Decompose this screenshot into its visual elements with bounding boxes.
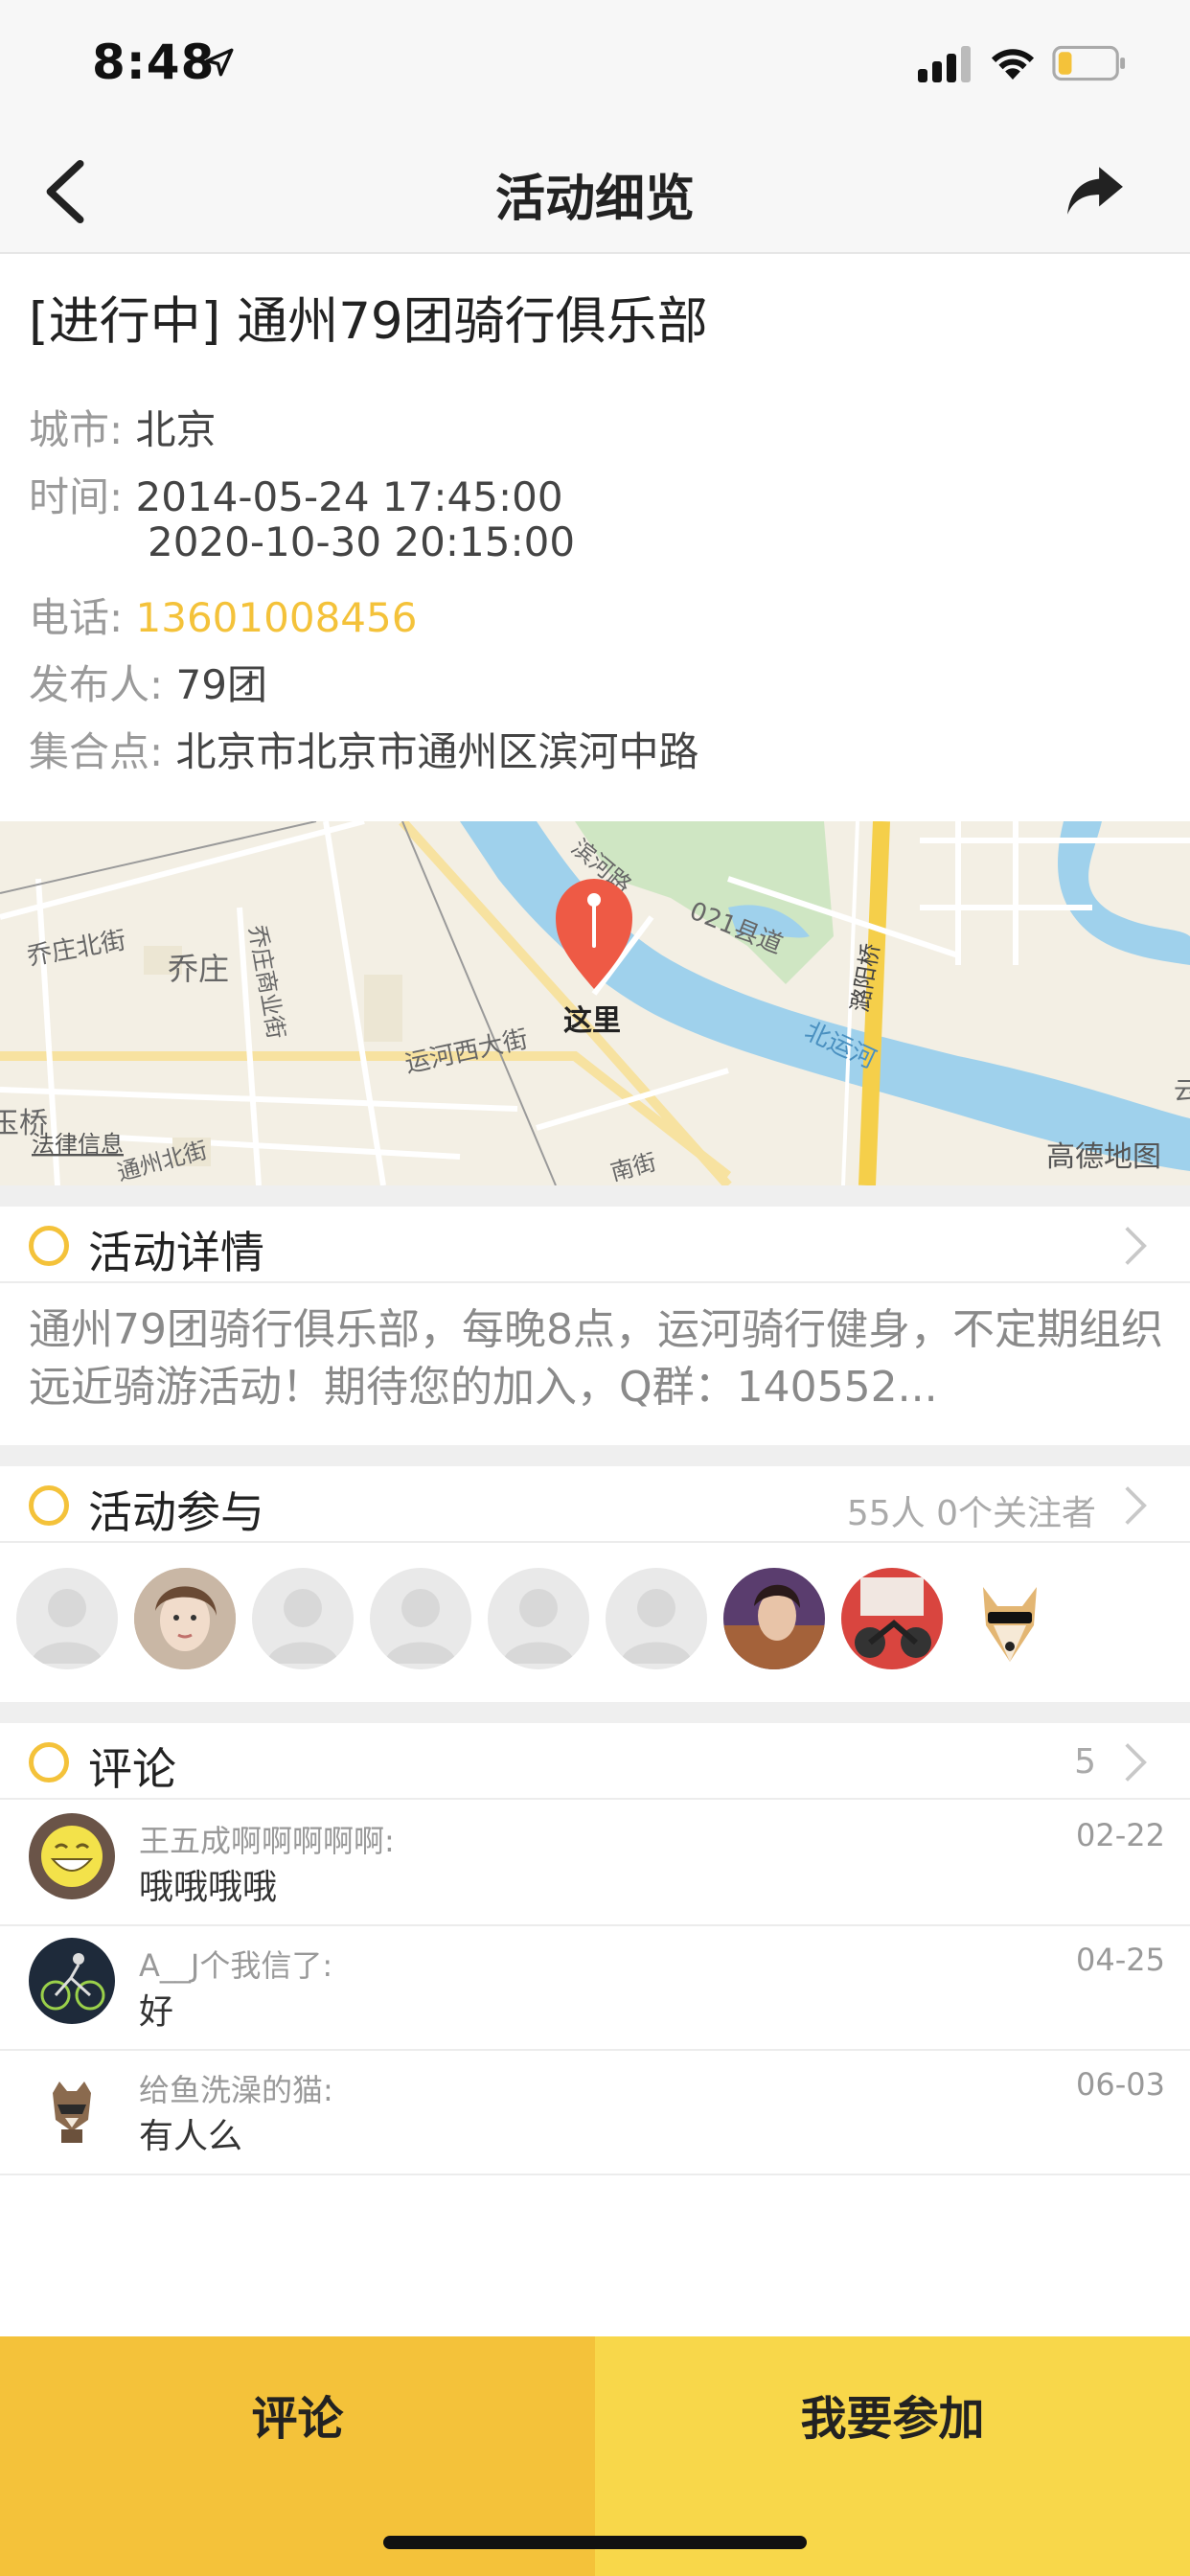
section-ring-icon — [29, 1742, 69, 1782]
section-separator — [0, 1445, 1190, 1466]
location-arrow-icon — [205, 48, 234, 77]
participants-title: 活动参与 — [88, 1486, 264, 1538]
section-ring-icon — [29, 1226, 69, 1266]
navigation-bar: 活动细览 — [0, 129, 1190, 254]
time-start: 2014-05-24 17:45:00 — [135, 473, 563, 520]
commenter-name: 王五成啊啊啊啊啊: — [139, 1823, 395, 1859]
comment-date: 04-25 — [1076, 1942, 1165, 1978]
commenter-name: A__J个我信了: — [139, 1947, 333, 1984]
page-title: 活动细览 — [494, 171, 695, 228]
map-attribution: 高德地图 — [1046, 1140, 1161, 1174]
comment-item[interactable]: A__J个我信了: 好 04-25 — [0, 1926, 1190, 2051]
time-end: 2020-10-30 20:15:00 — [148, 518, 576, 565]
comments-title: 评论 — [88, 1743, 176, 1795]
comment-item[interactable]: 王五成啊啊啊啊啊: 哦哦哦哦 02-22 — [0, 1802, 1190, 1926]
section-separator — [0, 1185, 1190, 1207]
phone-link[interactable]: 13601008456 — [136, 594, 418, 641]
share-icon[interactable] — [1065, 162, 1125, 219]
publisher-value: 79团 — [175, 661, 267, 708]
event-info: [进行中] 通州79团骑行俱乐部 城市: 北京 时间: 2014-05-24 1… — [0, 256, 1190, 821]
meeting-label: 集合点: — [29, 728, 164, 775]
details-title: 活动详情 — [88, 1227, 264, 1278]
details-header[interactable]: 活动详情 — [0, 1207, 1190, 1283]
chevron-right-icon — [1125, 1743, 1147, 1782]
section-ring-icon — [29, 1485, 69, 1526]
chevron-right-icon — [1125, 1486, 1147, 1525]
map-marker-label: 这里 — [563, 1004, 621, 1038]
participants-summary: 55人 0个关注者 — [846, 1494, 1096, 1533]
publisher-row: 发布人: 79团 — [29, 653, 267, 711]
avatar[interactable] — [723, 1568, 825, 1669]
commenter-name: 给鱼洗澡的猫: — [139, 2072, 333, 2108]
comment-date: 06-03 — [1076, 2066, 1165, 2103]
time-row: 时间: 2014-05-24 17:45:00 — [29, 465, 563, 523]
map-canvas[interactable]: 乔庄北街 乔庄 乔庄商业街 运河西大街 021县道 北运河 潞阳桥 滨河路 玉桥… — [0, 821, 1190, 1185]
city-row: 城市: 北京 — [29, 398, 217, 456]
meeting-point-row: 集合点: 北京市北京市通州区滨河中路 — [29, 720, 699, 778]
comment-date: 02-22 — [1076, 1817, 1165, 1853]
city-label: 城市: — [29, 406, 124, 453]
comment-text: 好 — [139, 1992, 174, 2032]
comment-item[interactable]: 给鱼洗澡的猫: 有人么 06-03 — [0, 2051, 1190, 2175]
avatar[interactable] — [370, 1568, 471, 1669]
comment-text: 哦哦哦哦 — [139, 1868, 278, 1907]
status-time: 8:48 — [92, 34, 216, 90]
comments-count: 5 — [1074, 1742, 1096, 1782]
status-bar: 8:48 — [0, 0, 1190, 129]
city-value: 北京 — [135, 406, 217, 453]
time-label: 时间: — [29, 473, 124, 520]
map-legal-link[interactable]: 法律信息 — [32, 1131, 124, 1158]
details-text: 通州79团骑行俱乐部，每晚8点，运河骑行健身，不定期组织远近骑游活动！期待您的加… — [29, 1305, 1163, 1412]
avatar[interactable] — [488, 1568, 589, 1669]
section-separator — [0, 1702, 1190, 1723]
battery-icon — [1052, 45, 1126, 81]
chevron-right-icon — [1125, 1227, 1147, 1265]
phone-label: 电话: — [29, 594, 124, 641]
avatar[interactable] — [606, 1568, 707, 1669]
avatar[interactable] — [134, 1568, 236, 1669]
avatar[interactable] — [252, 1568, 354, 1669]
commenter-avatar[interactable] — [29, 1813, 115, 1899]
comment-text: 有人么 — [139, 2117, 243, 2156]
commenter-avatar[interactable] — [29, 1938, 115, 2024]
time-end-row: 2020-10-30 20:15:00 — [148, 518, 575, 565]
commenter-avatar[interactable] — [29, 2062, 115, 2149]
publisher-label: 发布人: — [29, 661, 164, 708]
map-label: 乔庄 — [168, 951, 229, 987]
phone-row[interactable]: 电话: 13601008456 — [29, 586, 417, 644]
comments-header[interactable]: 评论 5 — [0, 1723, 1190, 1800]
participants-header[interactable]: 活动参与 55人 0个关注者 — [0, 1466, 1190, 1543]
map-label: 云 — [1174, 1077, 1190, 1106]
avatar[interactable] — [841, 1568, 943, 1669]
meeting-point: 北京市北京市通州区滨河中路 — [175, 728, 699, 775]
avatar[interactable] — [16, 1568, 118, 1669]
event-title: [进行中] 通州79团骑行俱乐部 — [29, 292, 708, 351]
home-indicator[interactable] — [383, 2536, 807, 2549]
wifi-icon — [991, 49, 1035, 80]
location-map[interactable]: 乔庄北街 乔庄 乔庄商业街 运河西大街 021县道 北运河 潞阳桥 滨河路 玉桥… — [0, 821, 1190, 1185]
avatar[interactable] — [959, 1568, 1061, 1669]
cellular-signal-icon — [918, 46, 971, 82]
